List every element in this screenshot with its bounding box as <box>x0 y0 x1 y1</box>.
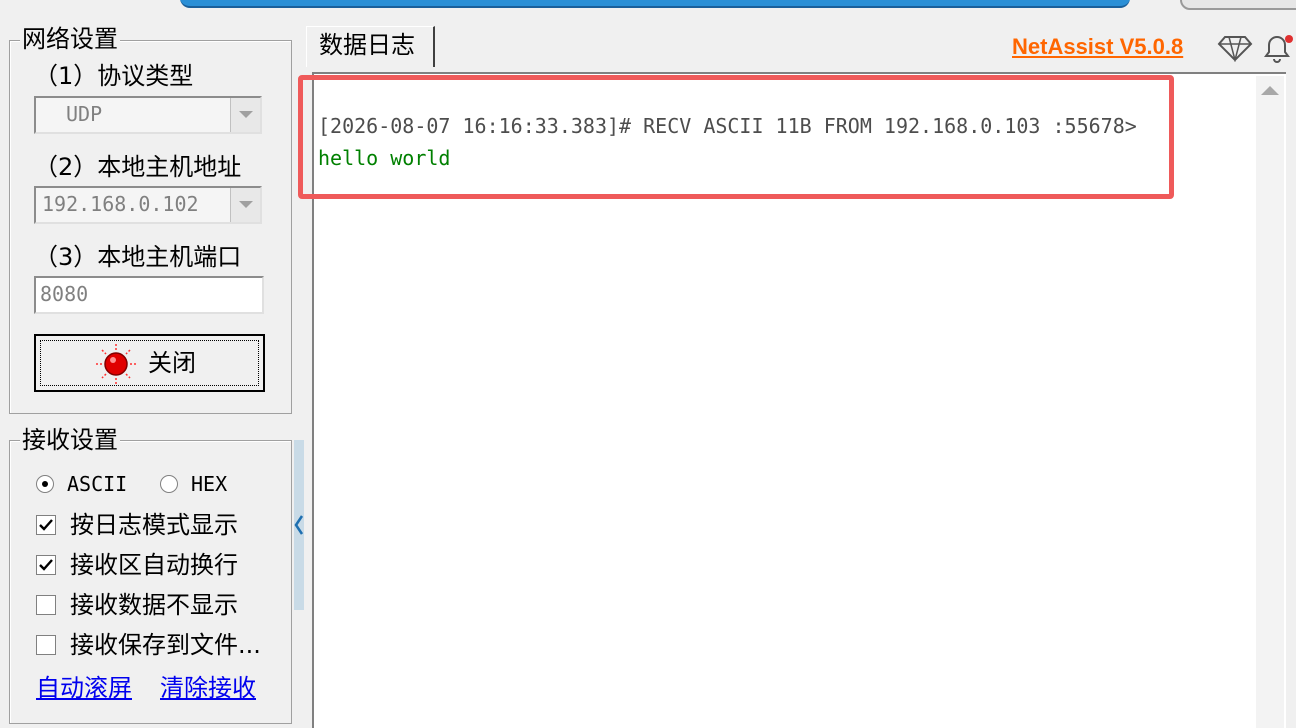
protocol-type-label: （1）协议类型 <box>34 62 194 90</box>
protocol-type-value: UDP <box>66 102 103 126</box>
title-bar-control[interactable] <box>1180 0 1296 10</box>
local-ip-select[interactable]: 192.168.0.102 <box>34 186 262 224</box>
network-settings-title: 网络设置 <box>20 25 120 53</box>
chevron-down-icon[interactable] <box>230 188 260 222</box>
bell-icon[interactable] <box>1262 32 1296 64</box>
hex-radio[interactable] <box>160 475 178 493</box>
local-ip-value: 192.168.0.102 <box>42 192 199 216</box>
save-to-file-label: 接收保存到文件... <box>70 631 261 659</box>
save-to-file-checkbox[interactable] <box>36 635 56 655</box>
auto-wrap-label: 接收区自动换行 <box>70 551 238 579</box>
title-bar-decoration <box>180 0 1130 8</box>
auto-scroll-link[interactable]: 自动滚屏 <box>36 674 132 702</box>
panel-splitter[interactable] <box>294 440 304 610</box>
receive-settings-title: 接收设置 <box>20 426 120 454</box>
clear-receive-link[interactable]: 清除接收 <box>160 674 256 702</box>
close-button-label: 关闭 <box>148 349 196 377</box>
hide-data-checkbox[interactable] <box>36 595 56 615</box>
checkmark-icon <box>39 519 53 531</box>
scroll-up-icon[interactable] <box>1261 86 1279 95</box>
protocol-type-select[interactable]: UDP <box>34 96 262 134</box>
local-port-value: 8080 <box>40 282 89 306</box>
ascii-radio-label: ASCII <box>67 472 128 496</box>
hide-data-label: 接收数据不显示 <box>70 591 238 619</box>
highlight-box <box>298 75 1174 199</box>
local-ip-label: （2）本地主机地址 <box>34 153 242 181</box>
window-top-strip <box>0 0 1296 12</box>
close-button[interactable]: 关闭 <box>34 334 265 392</box>
red-light-icon <box>96 344 136 384</box>
local-port-label: （3）本地主机端口 <box>34 243 242 271</box>
log-mode-checkbox[interactable] <box>36 515 56 535</box>
auto-wrap-checkbox[interactable] <box>36 555 56 575</box>
ascii-radio[interactable] <box>36 475 54 493</box>
chevron-down-icon[interactable] <box>230 98 260 132</box>
tab-data-log[interactable]: 数据日志 <box>306 26 435 67</box>
log-vertical-scrollbar[interactable] <box>1256 76 1284 728</box>
hex-radio-label: HEX <box>191 472 228 496</box>
log-mode-label: 按日志模式显示 <box>70 511 238 539</box>
diamond-icon[interactable] <box>1217 34 1253 62</box>
local-port-input[interactable]: 8080 <box>34 276 264 314</box>
tab-data-log-label: 数据日志 <box>319 31 415 59</box>
brand-link[interactable]: NetAssist V5.0.8 <box>1012 34 1183 60</box>
chevron-left-icon[interactable] <box>294 514 304 536</box>
checkmark-icon <box>39 559 53 571</box>
